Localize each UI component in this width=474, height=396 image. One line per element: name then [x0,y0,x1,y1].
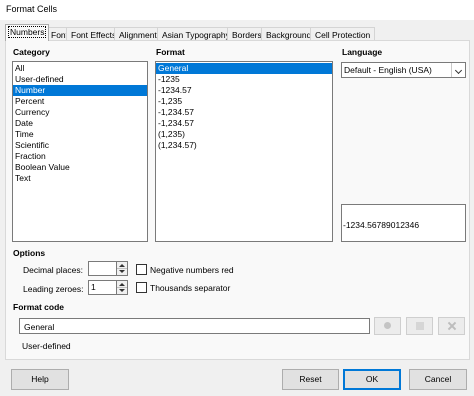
thousands-separator-label: Thousands separator [150,283,231,293]
spin-down-icon[interactable] [117,288,127,295]
format-items: General -1235 -1234.57 -1,235 -1,234.57 … [156,62,332,151]
decimal-places-spinner [88,261,128,276]
format-preview: -1234.56789012346 [341,204,466,242]
format-item[interactable]: (1,234.57) [156,140,332,151]
format-item[interactable]: -1,235 [156,96,332,107]
reset-button[interactable]: Reset [282,369,339,390]
tab-cell-protection[interactable]: Cell Protection [310,27,376,41]
negative-red-label: Negative numbers red [150,265,234,275]
category-items: All User-defined Number Percent Currency… [13,62,147,184]
format-item[interactable]: (1,235) [156,129,332,140]
language-select[interactable]: Default - English (USA) [341,62,466,78]
leading-zeroes-input[interactable]: 1 [88,280,117,295]
category-item[interactable]: Text [13,173,147,184]
language-value: Default - English (USA) [344,65,432,75]
title-bar: Format Cells [0,0,474,20]
help-button[interactable]: Help [11,369,69,390]
decimal-places-input[interactable] [88,261,117,276]
thousands-separator-checkbox[interactable] [136,282,147,293]
category-item-selected[interactable]: Number [13,85,147,96]
spin-up-icon[interactable] [117,281,127,288]
delete-format-icon[interactable] [438,317,465,335]
format-code-heading: Format code [13,302,65,312]
spin-buttons [117,261,128,276]
leading-zeroes-label: Leading zeroes: [23,284,84,294]
tab-bar: Numbers Font Font Effects Alignment Asia… [5,24,470,41]
format-heading: Format [156,47,185,57]
spin-up-icon[interactable] [117,262,127,269]
tab-alignment[interactable]: Alignment [114,27,162,41]
format-item[interactable]: -1,234.57 [156,118,332,129]
preview-text: -1234.56789012346 [343,220,420,230]
tab-numbers[interactable]: Numbers [5,24,50,41]
format-code-value: General [24,322,55,332]
category-item[interactable]: Percent [13,96,147,107]
format-status-text: User-defined [22,341,71,351]
leading-zeroes-spinner: 1 [88,280,128,295]
category-item[interactable]: Fraction [13,151,147,162]
format-item-selected[interactable]: General [156,63,332,74]
decimal-places-label: Decimal places: [23,265,83,275]
format-code-input[interactable]: General [19,318,370,334]
category-item[interactable]: Date [13,118,147,129]
add-format-icon[interactable] [374,317,401,335]
tab-label: Numbers [8,26,47,38]
spin-buttons [117,280,128,295]
format-item[interactable]: -1,234.57 [156,107,332,118]
cancel-button[interactable]: Cancel [409,369,467,390]
category-item[interactable]: Boolean Value [13,162,147,173]
spin-down-icon[interactable] [117,269,127,276]
chevron-down-icon[interactable] [451,63,465,77]
tab-background[interactable]: Background [261,27,317,41]
edit-comment-icon[interactable] [406,317,433,335]
format-item[interactable]: -1234.57 [156,85,332,96]
category-list[interactable]: All User-defined Number Percent Currency… [12,61,148,242]
format-item[interactable]: -1235 [156,74,332,85]
window-title: Format Cells [6,4,58,14]
category-item[interactable]: Currency [13,107,147,118]
format-list[interactable]: General -1235 -1234.57 -1,235 -1,234.57 … [155,61,333,242]
tab-font-effects[interactable]: Font Effects [66,27,122,41]
negative-red-checkbox[interactable] [136,264,147,275]
language-heading: Language [342,47,383,57]
category-item[interactable]: Scientific [13,140,147,151]
category-item[interactable]: All [13,63,147,74]
tab-asian-typography[interactable]: Asian Typography [157,27,235,41]
options-heading: Options [13,248,46,258]
category-heading: Category [13,47,50,57]
category-item[interactable]: User-defined [13,74,147,85]
category-item[interactable]: Time [13,129,147,140]
ok-button[interactable]: OK [343,369,401,390]
